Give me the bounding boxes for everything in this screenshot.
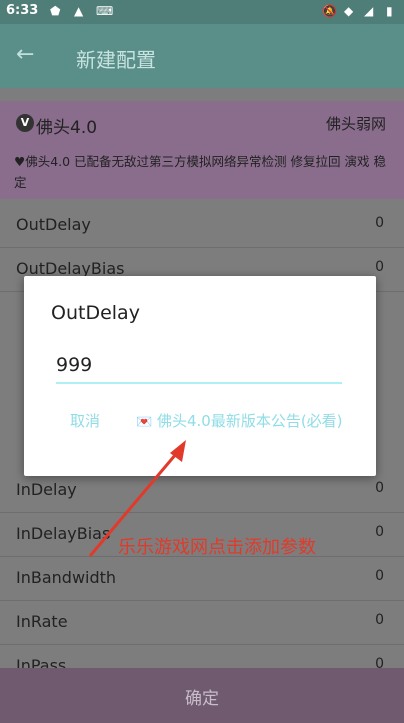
annotation-text: 乐乐游戏网点击添加参数	[118, 537, 316, 558]
annotation-arrow-icon	[88, 440, 186, 557]
